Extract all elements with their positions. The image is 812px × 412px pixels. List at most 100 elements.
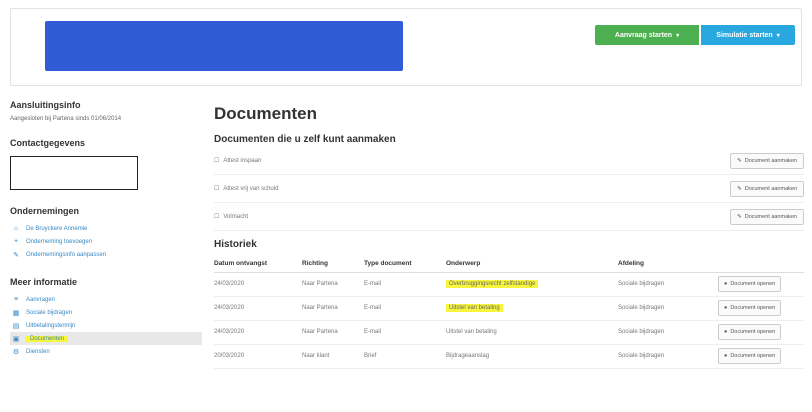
sidebar-item-contributions[interactable]: ▦ Sociale bijdragen — [10, 306, 205, 319]
plus-icon: + — [13, 238, 19, 245]
table-row: 20/03/2020 Naar klant Brief Bijdrageaans… — [214, 344, 804, 369]
cell-date: 20/03/2020 — [214, 344, 302, 369]
contact-box — [10, 156, 138, 190]
start-request-button[interactable]: Aanvraag starten ▾ — [595, 25, 699, 45]
start-simulation-button[interactable]: Simulatie starten ▾ — [701, 25, 795, 45]
cell-action: ● Document openen — [718, 296, 804, 321]
open-document-button[interactable]: ● Document openen — [718, 324, 782, 340]
doc-row: ☐ Volmacht ✎ Document aanmaken — [214, 203, 804, 231]
create-document-button[interactable]: ✎ Document aanmaken — [730, 180, 804, 197]
aansluiting-title: Aansluitingsinfo — [10, 100, 81, 110]
doc-label: Attest inspaan — [223, 157, 262, 164]
sidebar-item-label: Sociale bijdragen — [26, 309, 73, 316]
cell-subject: Uitstel van betaling — [446, 320, 618, 345]
doc-label: Attest vrij van schuld — [223, 185, 279, 192]
document-icon: ☐ — [214, 214, 220, 220]
eye-icon: ● — [724, 305, 728, 311]
table-row: 24/03/2020 Naar Partena E-mail Overbrugg… — [214, 272, 804, 297]
cell-department: Sociale bijdragen — [618, 296, 718, 321]
redacted-logo-area — [45, 21, 403, 71]
cell-action: ● Document openen — [718, 344, 804, 369]
sidebar-item-add-company[interactable]: + Onderneming toevoegen — [10, 235, 205, 248]
cell-date: 24/03/2020 — [214, 320, 302, 345]
eye-icon: ● — [724, 281, 728, 287]
document-icon: ▣ — [12, 335, 20, 343]
open-document-label: Document openen — [730, 305, 776, 311]
open-document-button[interactable]: ● Document openen — [718, 276, 782, 292]
create-document-button[interactable]: ✎ Document aanmaken — [730, 152, 804, 169]
sidebar-item-documents[interactable]: ▣ Documenten — [10, 332, 202, 345]
main-content: Documenten Documenten die u zelf kunt aa… — [214, 104, 804, 369]
cell-date: 24/03/2020 — [214, 272, 302, 297]
sidebar-item-label: Diensten — [26, 348, 50, 355]
sidebar-item-company[interactable]: ⌂ De Bruyckere Annemie — [10, 222, 205, 235]
cell-action: ● Document openen — [718, 320, 804, 345]
cell-department: Sociale bijdragen — [618, 272, 718, 297]
ondernemingen-title: Ondernemingen — [10, 206, 80, 216]
calendar-icon: ▦ — [12, 309, 20, 317]
cell-subject: Bijdrageaanslag — [446, 344, 618, 369]
cell-subject: Uitstel van betaling — [446, 296, 618, 321]
eye-icon: ● — [724, 353, 728, 359]
col-header: Afdeling — [618, 256, 718, 273]
col-header: Richting — [302, 256, 364, 273]
create-document-label: Document aanmaken — [744, 213, 797, 220]
col-header: Datum ontvangst — [214, 256, 302, 273]
list-icon: ≡ — [13, 296, 19, 303]
cell-type: Brief — [364, 344, 446, 369]
open-document-label: Document openen — [730, 353, 776, 359]
cell-type: E-mail — [364, 296, 446, 321]
subject-text: Overbruggingsrecht zelfstandige — [446, 280, 539, 288]
history-title: Historiek — [214, 239, 257, 250]
sidebar-item-edit-company[interactable]: ✎ Ondernemingsinfo aanpassen — [10, 248, 205, 261]
create-document-label: Document aanmaken — [744, 185, 797, 192]
grid-icon: ▤ — [12, 322, 20, 330]
cell-direction: Naar Partena — [302, 320, 364, 345]
col-header: Type document — [364, 256, 446, 273]
document-icon: ☐ — [214, 186, 220, 192]
cell-direction: Naar klant — [302, 344, 364, 369]
cell-type: E-mail — [364, 272, 446, 297]
app-header: Aanvraag starten ▾ Simulatie starten ▾ — [10, 8, 802, 86]
sidebar-item-payment-terms[interactable]: ▤ Uitbetalingstermijn — [10, 319, 205, 332]
sidebar: Aansluitingsinfo Aangesloten bij Partena… — [10, 100, 205, 358]
subject-text: Uitstel van betaling — [446, 304, 503, 312]
table-header-row: Datum ontvangst Richting Type document O… — [214, 256, 804, 273]
document-icon: ☐ — [214, 158, 220, 164]
doc-row: ☐ Attest vrij van schuld ✎ Document aanmak… — [214, 175, 804, 203]
home-icon: ⌂ — [13, 225, 19, 232]
open-document-button[interactable]: ● Document openen — [718, 300, 782, 316]
cell-subject: Overbruggingsrecht zelfstandige — [446, 272, 618, 297]
history-table: Datum ontvangst Richting Type document O… — [214, 256, 804, 369]
sidebar-item-services[interactable]: ⚙ Diensten — [10, 345, 205, 358]
sidebar-item-label: Documenten — [26, 335, 69, 342]
sidebar-item-label: Ondernemingsinfo aanpassen — [26, 251, 107, 258]
cell-direction: Naar Partena — [302, 272, 364, 297]
page-title: Documenten — [214, 104, 317, 123]
own-documents-title: Documenten die u zelf kunt aanmaken — [214, 134, 396, 145]
edit-icon: ✎ — [737, 157, 742, 164]
create-document-label: Document aanmaken — [744, 157, 797, 164]
table-row: 24/03/2020 Naar Partena E-mail Uitstel v… — [214, 296, 804, 321]
cell-date: 24/03/2020 — [214, 296, 302, 321]
col-header: Onderwerp — [446, 256, 618, 273]
sidebar-item-requests[interactable]: ≡ Aanvragen — [10, 293, 205, 306]
eye-icon: ● — [724, 329, 728, 335]
cell-type: E-mail — [364, 320, 446, 345]
open-document-button[interactable]: ● Document openen — [718, 348, 782, 364]
wrench-icon: ✎ — [13, 251, 19, 259]
cell-department: Sociale bijdragen — [618, 320, 718, 345]
edit-icon: ✎ — [737, 185, 742, 192]
contact-title: Contactgegevens — [10, 138, 86, 148]
doc-label: Volmacht — [223, 213, 249, 220]
start-simulation-label: Simulatie starten — [716, 31, 773, 39]
sidebar-item-label: De Bruyckere Annemie — [26, 225, 88, 232]
chevron-down-icon: ▾ — [776, 32, 780, 39]
subject-text: Bijdrageaanslag — [446, 353, 490, 359]
create-document-button[interactable]: ✎ Document aanmaken — [730, 208, 804, 225]
open-document-label: Document openen — [730, 329, 776, 335]
doc-row: ☐ Attest inspaan ✎ Document aanmaken — [214, 147, 804, 175]
cell-department: Sociale bijdragen — [618, 344, 718, 369]
table-row: 24/03/2020 Naar Partena E-mail Uitstel v… — [214, 320, 804, 345]
start-request-label: Aanvraag starten — [614, 31, 673, 39]
